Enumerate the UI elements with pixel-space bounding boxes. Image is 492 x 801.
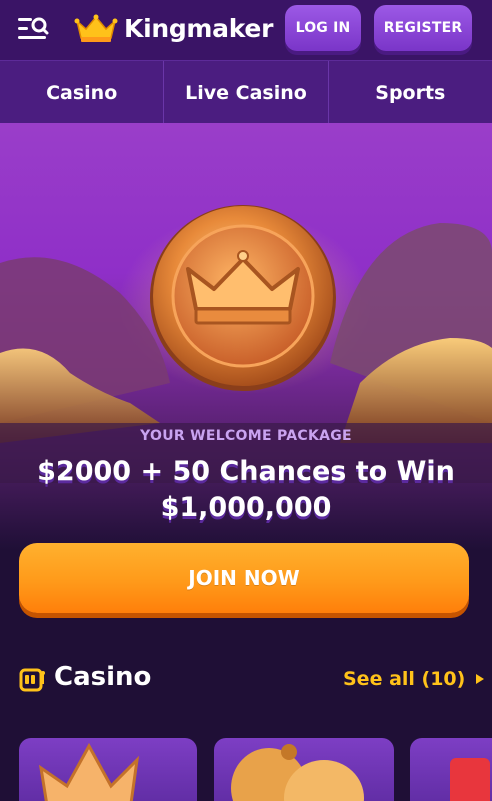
register-button[interactable]: REGISTER: [374, 5, 472, 51]
main-nav: Casino Live Casino Sports: [0, 60, 492, 124]
casino-section-header: Casino See all (10): [0, 660, 492, 700]
nav-item-sports[interactable]: Sports: [329, 61, 492, 124]
casino-cards: [0, 738, 492, 801]
bell-icon: [231, 744, 364, 801]
join-now-button[interactable]: JOIN NOW: [19, 543, 469, 613]
crown-icon: [38, 742, 140, 801]
nav-item-casino[interactable]: Casino: [0, 61, 165, 124]
promo-title-line2: $1,000,000: [160, 492, 332, 523]
play-arrow-icon: [476, 674, 485, 684]
game-card[interactable]: [19, 738, 197, 801]
hero-banner[interactable]: YOUR WELCOME PACKAGE $2000 + 50 Chances …: [0, 123, 492, 550]
see-all-label: See all (10): [343, 668, 466, 690]
promo-title: $2000 + 50 Chances to Win $1,000,000: [0, 454, 492, 526]
slot-machine-icon: [19, 668, 45, 692]
see-all-link[interactable]: See all (10): [343, 668, 485, 690]
header: Kingmaker LOG IN REGISTER: [0, 0, 492, 60]
game-card[interactable]: [214, 738, 394, 801]
game-card[interactable]: [410, 738, 492, 801]
nav-item-live-casino[interactable]: Live Casino: [164, 61, 329, 124]
crown-icon: [74, 14, 118, 42]
menu-search-icon[interactable]: [16, 15, 50, 43]
promo-label: YOUR WELCOME PACKAGE: [140, 428, 352, 444]
casino-section-title: Casino: [54, 662, 152, 692]
logo[interactable]: Kingmaker: [74, 10, 273, 46]
logo-text: Kingmaker: [124, 13, 274, 43]
promo-title-line1: $2000 + 50 Chances to Win: [37, 456, 455, 487]
card-art-icon: [450, 758, 490, 801]
login-button[interactable]: LOG IN: [285, 5, 361, 51]
